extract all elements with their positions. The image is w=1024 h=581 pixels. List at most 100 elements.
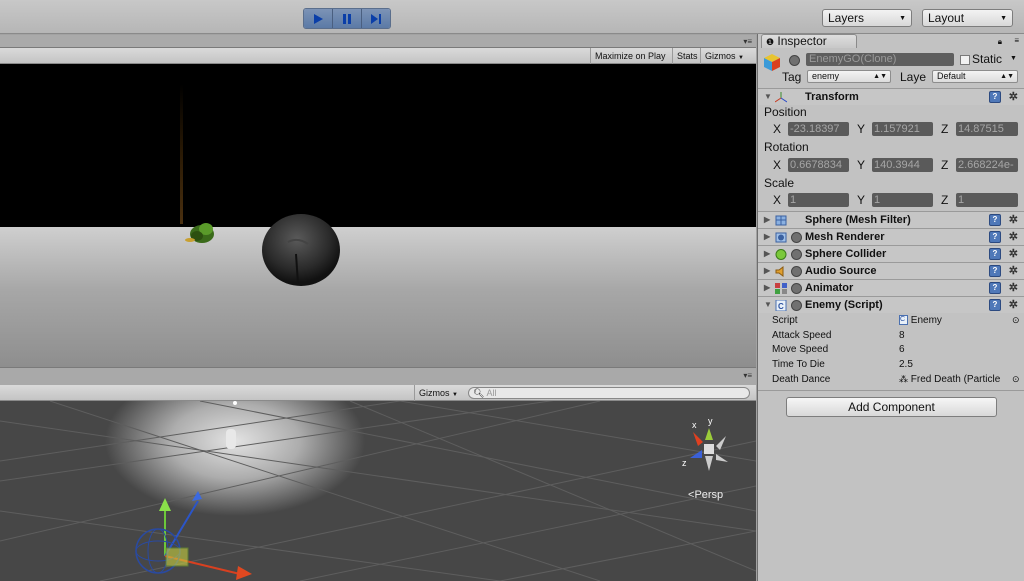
pause-icon (343, 13, 351, 24)
sphere-collider-icon (775, 249, 787, 260)
position-z-field[interactable]: 14.87515 (956, 122, 1018, 136)
scene-viewport[interactable]: x y z <Persp (0, 401, 756, 581)
component-header-audio-source[interactable]: ▶ Audio Source ? ✲ (758, 262, 1024, 279)
layer-dropdown[interactable]: Default ▲▼ (932, 70, 1018, 83)
scale-x-field[interactable]: 1 (788, 193, 849, 207)
gear-icon[interactable]: ✲ (1009, 280, 1018, 296)
death-dance-value: Fred Death (Particle (910, 374, 1001, 385)
object-picker-icon[interactable]: ⊙ (1012, 315, 1020, 326)
enabled-toggle[interactable] (791, 300, 802, 311)
tag-dropdown[interactable]: enemy ▲▼ (807, 70, 891, 83)
static-checkbox[interactable] (960, 55, 970, 65)
death-dance-field[interactable]: ⁂ Fred Death (Particle (899, 374, 1000, 385)
game-gizmos-label: Gizmos (705, 51, 736, 61)
rotation-z-field[interactable]: 2.668224e- (956, 158, 1018, 172)
play-button[interactable] (304, 9, 333, 28)
component-header-animator[interactable]: ▶ Animator ? ✲ (758, 279, 1024, 296)
gear-icon[interactable]: ✲ (1009, 246, 1018, 262)
speaker-icon (775, 266, 784, 277)
gear-icon[interactable]: ✲ (1009, 297, 1018, 313)
main-toolbar: Layers ▼ Layout ▼ (0, 0, 1024, 34)
enabled-toggle[interactable] (791, 283, 802, 294)
enabled-toggle[interactable] (791, 249, 802, 260)
move-speed-field[interactable]: 6 (899, 344, 905, 355)
axis-x-label: x (692, 420, 697, 430)
enabled-toggle[interactable] (791, 266, 802, 277)
component-header-enemy-script[interactable]: ▼ C Enemy (Script) ? ✲ (758, 296, 1024, 313)
persp-label: Persp (694, 489, 724, 501)
time-to-die-field[interactable]: 2.5 (899, 359, 913, 370)
collapsed-triangle-icon: ▶ (764, 266, 771, 275)
layer-value: Default (937, 71, 966, 81)
component-header-mesh-filter[interactable]: ▶ Sphere (Mesh Filter) ? ✲ (758, 211, 1024, 228)
enabled-toggle[interactable] (791, 232, 802, 243)
scene-tab-bar: ▾≡ (0, 367, 756, 385)
layout-dropdown[interactable]: Layout ▼ (922, 9, 1013, 27)
lock-icon[interactable]: 🔒︎ (998, 37, 1002, 47)
position-y-field[interactable]: 1.157921 (872, 122, 933, 136)
rotation-y-field[interactable]: 140.3944 (872, 158, 933, 172)
gear-icon[interactable]: ✲ (1009, 89, 1018, 105)
position-z-label: Z (941, 122, 949, 136)
position-x-field[interactable]: -23.18397 (788, 122, 849, 136)
scene-orientation-gizmo[interactable]: x y z (678, 416, 738, 476)
transform-gizmo[interactable] (130, 486, 260, 581)
scale-z-field[interactable]: 1 (956, 193, 1018, 207)
help-icon[interactable]: ? (989, 214, 1001, 226)
tag-value: enemy (812, 71, 840, 81)
collapsed-triangle-icon: ▶ (764, 215, 771, 224)
gear-icon[interactable]: ✲ (1009, 229, 1018, 245)
game-viewport[interactable] (0, 64, 756, 367)
component-name: Sphere Collider (805, 248, 887, 260)
mesh-renderer-icon (775, 232, 787, 243)
layer-label: Laye (900, 70, 927, 84)
panel-menu-icon[interactable]: ▾≡ (743, 37, 752, 46)
static-label: Static (972, 52, 1003, 66)
rotation-x-field[interactable]: 0.6678834 (788, 158, 849, 172)
particle-icon: ⁂ (899, 374, 908, 384)
help-icon[interactable]: ? (989, 282, 1001, 294)
component-header-sphere-collider[interactable]: ▶ Sphere Collider ? ✲ (758, 245, 1024, 262)
object-picker-icon[interactable]: ⊙ (1012, 374, 1020, 385)
inspector-tab[interactable]: ❶ Inspector (761, 34, 857, 48)
tag-label: Tag (782, 70, 802, 84)
add-component-button[interactable]: Add Component (786, 397, 997, 417)
component-header-mesh-renderer[interactable]: ▶ Mesh Renderer ? ✲ (758, 228, 1024, 245)
maximize-on-play-button[interactable]: Maximize on Play (590, 48, 670, 64)
object-name-field[interactable]: EnemyGO(Clone) (806, 53, 954, 66)
stats-button[interactable]: Stats (672, 48, 702, 64)
pause-button[interactable] (333, 9, 362, 28)
game-tab-bar: ▾≡ (0, 35, 756, 48)
scale-y-field[interactable]: 1 (872, 193, 933, 207)
chevron-down-icon: ▼ (738, 55, 744, 61)
scene-gizmos-button[interactable]: Gizmos ▼ (414, 385, 462, 401)
collapsed-triangle-icon: ▶ (764, 283, 771, 292)
panel-menu-icon[interactable]: ▾≡ (743, 371, 752, 380)
script-field[interactable]: C Enemy (899, 315, 942, 326)
attack-speed-field[interactable]: 8 (899, 330, 905, 341)
scene-search-input[interactable]: 🔍︎ All (468, 387, 750, 399)
layers-dropdown[interactable]: Layers ▼ (822, 9, 912, 27)
layers-label: Layers (828, 11, 865, 25)
position-label: Position (764, 105, 807, 119)
help-icon[interactable]: ? (989, 248, 1001, 260)
chevron-down-icon[interactable]: ▼ (1010, 55, 1017, 62)
help-icon[interactable]: ? (989, 265, 1001, 277)
help-icon[interactable]: ? (989, 299, 1001, 311)
help-icon[interactable]: ? (989, 91, 1001, 103)
step-button[interactable] (362, 9, 390, 28)
active-toggle[interactable] (789, 55, 800, 66)
scene-toolbar: Gizmos ▼ 🔍︎ All (0, 385, 756, 401)
gear-icon[interactable]: ✲ (1009, 263, 1018, 279)
script-icon: C (775, 300, 787, 311)
plant-sprite (185, 223, 214, 243)
help-icon[interactable]: ? (989, 231, 1001, 243)
panel-menu-icon[interactable]: ≡ (1014, 36, 1019, 45)
transform-header[interactable]: ▼ Transform ? ✲ (758, 88, 1024, 105)
enemy-sphere (262, 214, 340, 286)
component-name: Animator (805, 282, 854, 294)
rotation-label: Rotation (764, 140, 809, 154)
game-gizmos-button[interactable]: Gizmos ▼ (700, 48, 748, 64)
gear-icon[interactable]: ✲ (1009, 212, 1018, 228)
persp-toggle[interactable]: <Persp (688, 489, 723, 501)
